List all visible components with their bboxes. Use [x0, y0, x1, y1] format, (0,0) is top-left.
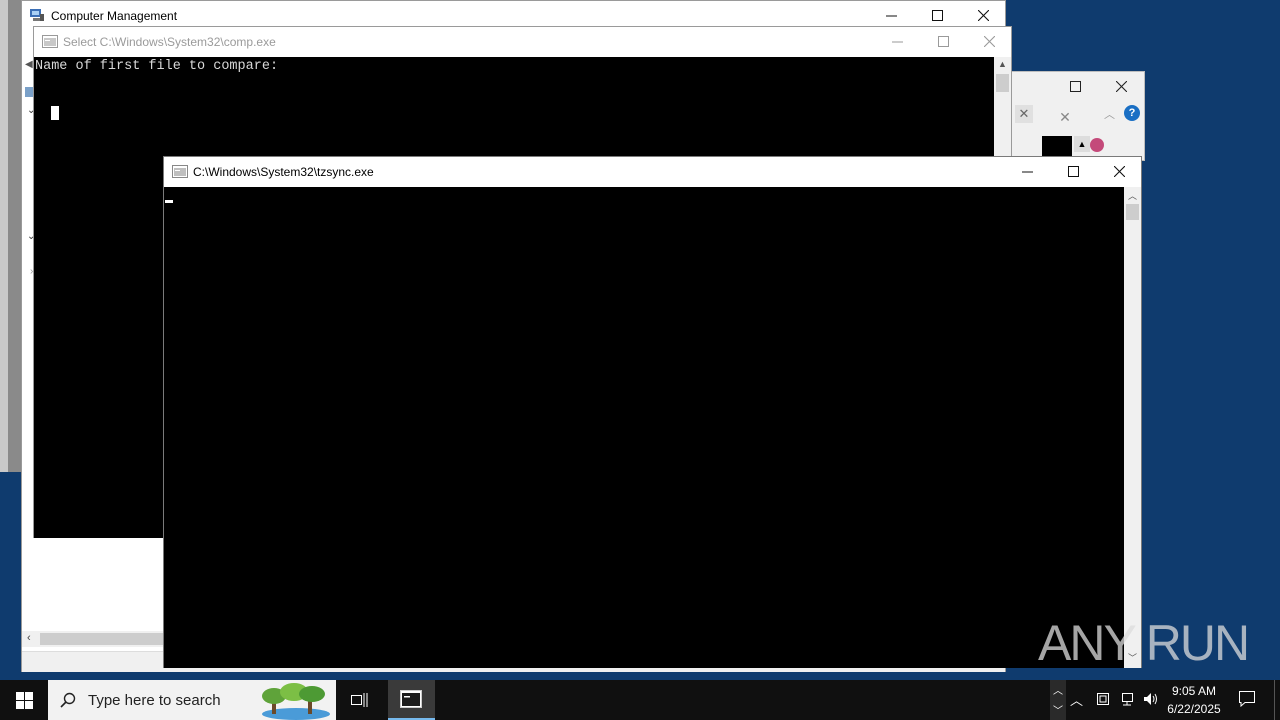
show-hidden-icons-button[interactable]: ︿ — [1070, 690, 1083, 709]
minimize-icon — [1021, 171, 1033, 173]
chevron-up-icon[interactable]: ︿ — [1053, 682, 1063, 697]
console-cursor — [165, 200, 173, 203]
scroll-left-icon[interactable]: ‹ — [27, 632, 31, 644]
tzsync-console-window[interactable]: C:\Windows\System32\tzsync.exe ︿ ﹀ — [163, 156, 1142, 668]
background-window-edge-inner — [8, 0, 22, 472]
device-tray-icon[interactable] — [1096, 692, 1110, 709]
maximize-icon — [1069, 81, 1081, 92]
close-icon — [977, 10, 989, 21]
device-icon — [1097, 693, 1109, 705]
computer-management-icon — [30, 8, 44, 21]
app-icon — [1090, 138, 1104, 152]
close-button[interactable] — [1096, 157, 1142, 186]
scroll-up-icon[interactable]: ▲ — [998, 59, 1007, 69]
console-cursor — [51, 106, 59, 120]
window-title: Computer Management — [51, 9, 178, 23]
minimize-button[interactable] — [1004, 157, 1050, 186]
start-button[interactable] — [0, 680, 48, 720]
chevron-up-icon[interactable]: ︿ — [1104, 106, 1115, 122]
chevron-down-icon[interactable]: ﹀ — [1053, 702, 1063, 717]
volume-icon — [1144, 693, 1157, 705]
chevron-up-icon: ︿ — [1070, 693, 1084, 708]
search-highlight-illustration-icon — [262, 683, 330, 720]
notification-icon — [1239, 691, 1255, 708]
clock-time[interactable]: 9:05 AM — [1164, 684, 1224, 698]
show-desktop-button[interactable] — [1274, 680, 1280, 720]
task-view-button[interactable] — [340, 680, 380, 720]
scrollbar-thumb[interactable] — [1126, 204, 1139, 220]
console-app-icon — [172, 165, 188, 181]
tzsync-vertical-scrollbar[interactable]: ︿ ﹀ — [1124, 187, 1141, 668]
tzsync-console-output[interactable] — [164, 187, 1124, 668]
close-icon — [1115, 81, 1127, 92]
taskbar-app-console[interactable] — [388, 680, 435, 720]
close-icon — [1113, 166, 1125, 177]
close-icon[interactable]: ✕ — [1015, 105, 1033, 123]
background-window-right[interactable]: ✕ ✕ ︿ ? ▲ — [1005, 71, 1145, 162]
close-button[interactable] — [966, 27, 1012, 56]
maximize-icon — [931, 10, 943, 21]
scroll-up-icon[interactable]: ︿ — [1128, 189, 1137, 202]
chevron-up-icon[interactable]: ▲ — [1074, 136, 1090, 152]
comp-console-titlebar[interactable]: Select C:\Windows\System32\comp.exe — [34, 27, 1011, 56]
maximize-icon — [937, 36, 949, 47]
console-app-icon — [400, 690, 422, 708]
help-icon[interactable]: ? — [1124, 105, 1140, 121]
console-app-icon — [42, 35, 58, 51]
window-title: C:\Windows\System32\tzsync.exe — [193, 165, 374, 179]
taskbar-scroll-control[interactable]: ︿ ﹀ — [1050, 680, 1066, 720]
task-view-icon — [351, 693, 368, 707]
minimize-button[interactable] — [874, 27, 920, 56]
minimize-icon — [885, 15, 897, 17]
scrollbar-thumb[interactable] — [40, 633, 165, 645]
close-icon[interactable]: ✕ — [1056, 108, 1074, 126]
anyrun-watermark: ANY RUN — [1038, 614, 1250, 672]
tree-toolbar-arrow-icon[interactable]: ◀ — [25, 59, 33, 70]
windows-logo-icon — [16, 692, 33, 709]
maximize-button[interactable] — [1050, 157, 1096, 186]
close-button-bg[interactable] — [1098, 72, 1144, 101]
maximize-icon — [1067, 166, 1079, 177]
search-placeholder: Type here to search — [88, 692, 221, 709]
notification-center-button[interactable] — [1238, 690, 1256, 710]
search-icon — [60, 692, 76, 708]
console-prompt-text: Name of first file to compare: — [35, 59, 279, 74]
close-icon — [983, 36, 995, 47]
comp-vertical-scrollbar[interactable]: ▲ — [994, 57, 1011, 157]
network-icon — [1122, 693, 1133, 706]
horizontal-scrollbar[interactable]: ‹ — [22, 631, 165, 647]
clock-date[interactable]: 6/22/2025 — [1164, 702, 1224, 716]
maximize-button-bg[interactable] — [1052, 72, 1098, 101]
network-tray-icon[interactable] — [1119, 692, 1135, 709]
volume-tray-icon[interactable] — [1143, 692, 1159, 709]
scrollbar-thumb[interactable] — [996, 74, 1009, 92]
maximize-button[interactable] — [920, 27, 966, 56]
minimize-icon — [891, 41, 903, 43]
window-title: Select C:\Windows\System32\comp.exe — [63, 35, 276, 49]
tzsync-console-titlebar[interactable]: C:\Windows\System32\tzsync.exe — [164, 157, 1141, 186]
watermark-text: ANY RUN — [1038, 615, 1250, 671]
taskbar-search-box[interactable]: Type here to search — [48, 680, 336, 720]
